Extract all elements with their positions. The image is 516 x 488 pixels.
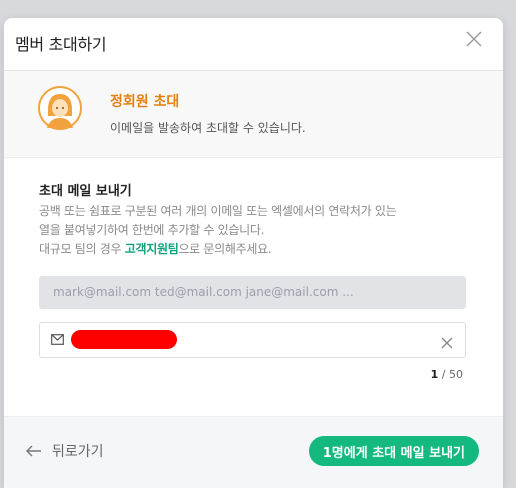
- count-separator: /: [438, 368, 449, 381]
- back-label: 뒤로가기: [52, 444, 104, 460]
- arrow-left-icon: [26, 445, 41, 457]
- mail-icon: [51, 334, 64, 345]
- section-title: 초대 메일 보내기: [39, 184, 132, 199]
- modal-title: 멤버 초대하기: [15, 35, 107, 54]
- email-input[interactable]: [39, 276, 466, 309]
- close-icon: [441, 337, 453, 349]
- promo-title: 정회원 초대: [110, 94, 180, 110]
- invite-member-modal: 멤버 초대하기 정회원 초대 이메일을 발송하여 초대할 수 있습니다. 초대 …: [4, 18, 503, 488]
- modal-header: 멤버 초대하기: [4, 18, 503, 71]
- close-button[interactable]: [465, 30, 483, 48]
- desc-line-3-post: 으로 문의해주세요.: [178, 242, 272, 256]
- desc-line-3-pre: 대규모 팀의 경우: [39, 242, 125, 256]
- back-button[interactable]: 뒤로가기: [26, 441, 104, 461]
- desc-line-1: 공백 또는 쉼표로 구분된 여러 개의 이메일 또는 엑셀에서의 연락처가 있는: [39, 204, 397, 218]
- promo-banner: 정회원 초대 이메일을 발송하여 초대할 수 있습니다.: [4, 71, 503, 158]
- desc-line-3: 대규모 팀의 경우 고객지원팀으로 문의해주세요.: [39, 240, 469, 259]
- email-counter: 1 / 50: [431, 368, 463, 381]
- modal-footer: 뒤로가기 1명에게 초대 메일 보내기: [4, 416, 503, 488]
- support-team-link[interactable]: 고객지원팀: [125, 242, 179, 256]
- send-invite-button[interactable]: 1명에게 초대 메일 보내기: [308, 436, 479, 466]
- avatar-icon: [38, 86, 82, 130]
- desc-line-2: 열을 붙여넣기하여 한번에 추가할 수 있습니다.: [39, 223, 265, 237]
- remove-email-button[interactable]: [441, 334, 453, 353]
- email-tag-list: [39, 322, 466, 358]
- invite-description: 공백 또는 쉼표로 구분된 여러 개의 이메일 또는 엑셀에서의 연락처가 있는…: [39, 202, 469, 259]
- promo-description: 이메일을 발송하여 초대할 수 있습니다.: [110, 121, 306, 135]
- redacted-email: [71, 330, 177, 349]
- email-count-max: 50: [449, 368, 463, 381]
- close-icon: [466, 31, 482, 47]
